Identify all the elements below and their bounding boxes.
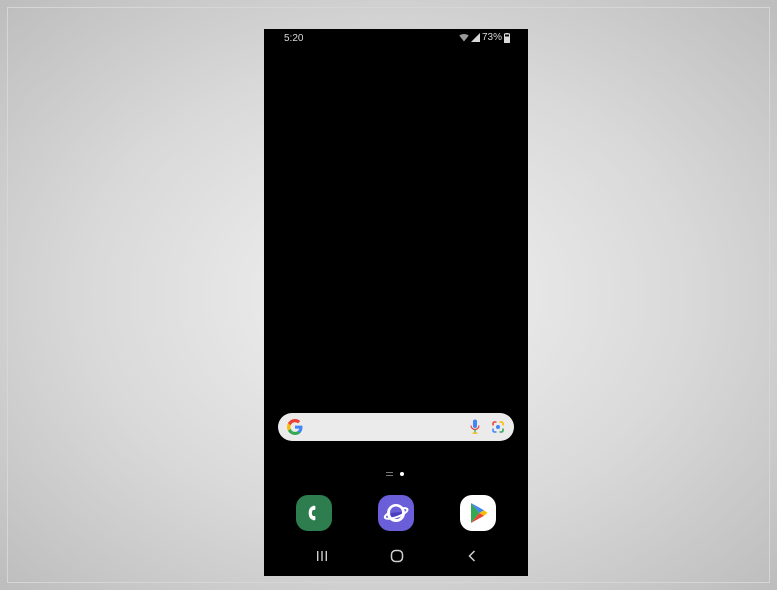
- samsung-internet-app-icon[interactable]: [378, 495, 414, 531]
- page-dot-active-icon: [400, 472, 404, 476]
- google-search-bar[interactable]: [278, 413, 514, 441]
- status-icons: 73%: [459, 32, 510, 43]
- google-g-icon: [286, 418, 304, 441]
- status-bar: 5:20 73%: [264, 29, 528, 49]
- phone-screen: 5:20 73%: [264, 29, 528, 576]
- phone-app-icon[interactable]: [296, 495, 332, 531]
- recents-icon[interactable]: [316, 549, 328, 568]
- navigation-bar: [264, 547, 528, 569]
- google-lens-icon[interactable]: [491, 420, 505, 439]
- signal-icon: [470, 33, 480, 42]
- home-icon[interactable]: [390, 549, 404, 568]
- play-store-app-icon[interactable]: [460, 495, 496, 531]
- battery-icon: [504, 32, 510, 43]
- home-page-indicator-icon: [386, 472, 393, 476]
- home-page-indicator: [386, 472, 404, 476]
- back-icon[interactable]: [467, 549, 477, 568]
- status-time: 5:20: [284, 33, 304, 44]
- wifi-icon: [459, 33, 469, 42]
- battery-percent: 73%: [481, 32, 502, 43]
- microphone-icon[interactable]: [470, 419, 480, 440]
